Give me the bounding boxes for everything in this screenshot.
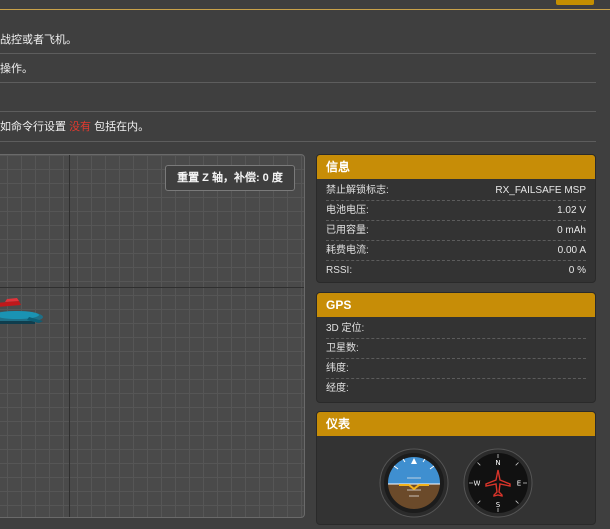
header-divider — [0, 9, 610, 10]
grid-axis-horizontal — [0, 287, 304, 288]
divider — [0, 111, 596, 112]
gps-panel-title: GPS — [317, 293, 595, 317]
note-text: 如命令行设置 — [0, 121, 70, 133]
info-label: 电池电压: — [326, 205, 369, 216]
divider — [0, 53, 596, 54]
heading-label-east: E — [517, 480, 521, 488]
top-button[interactable] — [556, 0, 594, 5]
info-panel: 信息 禁止解锁标志: RX_FAILSAFE MSP 电池电压: 1.02 V … — [316, 154, 596, 283]
note-line-3 — [0, 84, 596, 112]
heading-indicator-icon: N E S W — [463, 448, 533, 518]
info-row-current-draw: 耗费电流: 0.00 A — [326, 241, 586, 261]
model-viewport[interactable]: 重置 Z 轴，补偿: 0 度 — [0, 154, 305, 518]
info-value: 0 mAh — [557, 225, 586, 236]
divider — [0, 141, 596, 142]
reset-z-axis-button[interactable]: 重置 Z 轴，补偿: 0 度 — [165, 165, 295, 191]
heading-label-north: N — [495, 459, 500, 467]
info-label: 耗费电流: — [326, 245, 369, 256]
info-value: 0.00 A — [557, 245, 586, 256]
instruments-panel-title: 仪表 — [317, 412, 595, 436]
gps-row-3d-fix: 3D 定位: — [326, 319, 586, 339]
info-value: 1.02 V — [557, 205, 586, 216]
info-value: RX_FAILSAFE MSP — [495, 185, 586, 196]
attitude-indicator-icon — [379, 448, 449, 518]
info-label: RSSI: — [326, 265, 353, 276]
heading-label-west: W — [474, 480, 481, 488]
heading-label-south: S — [496, 501, 501, 509]
gps-row-latitude: 纬度: — [326, 359, 586, 379]
note-warning: 没有 — [69, 121, 92, 133]
divider — [0, 82, 596, 83]
note-line-2: 操作。 — [0, 63, 33, 75]
info-panel-title: 信息 — [317, 155, 595, 179]
gps-label: 纬度: — [326, 363, 349, 374]
instruments-panel: 仪表 N E S W — [316, 411, 596, 525]
aircraft-model — [0, 298, 43, 324]
note-line-4: 如命令行设置 没有 包括在内。 — [0, 113, 596, 141]
info-value: 0 % — [568, 265, 586, 276]
note-line-1: 战控或者飞机。 — [0, 34, 77, 46]
info-row-capacity-drawn: 已用容量: 0 mAh — [326, 221, 586, 241]
grid-axis-vertical — [69, 155, 70, 517]
gps-row-satellites: 卫星数: — [326, 339, 586, 359]
gps-label: 卫星数: — [326, 343, 359, 354]
info-label: 禁止解锁标志: — [326, 185, 389, 196]
info-row-arming-flags: 禁止解锁标志: RX_FAILSAFE MSP — [326, 181, 586, 201]
note-text: 包括在内。 — [91, 121, 150, 133]
gps-panel: GPS 3D 定位: 卫星数: 纬度: 经度: — [316, 292, 596, 403]
info-row-battery-voltage: 电池电压: 1.02 V — [326, 201, 586, 221]
gps-label: 3D 定位: — [326, 323, 365, 334]
info-label: 已用容量: — [326, 225, 369, 236]
gps-row-longitude: 经度: — [326, 379, 586, 398]
info-row-rssi: RSSI: 0 % — [326, 261, 586, 280]
gps-label: 经度: — [326, 383, 349, 394]
